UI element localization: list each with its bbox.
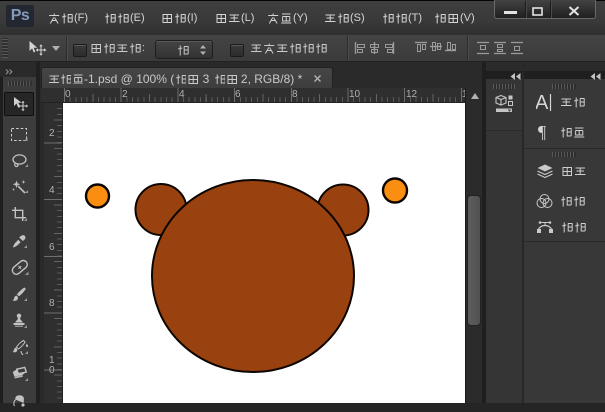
svg-text:¶: ¶ [538,123,546,141]
svg-text:A: A [536,93,549,112]
